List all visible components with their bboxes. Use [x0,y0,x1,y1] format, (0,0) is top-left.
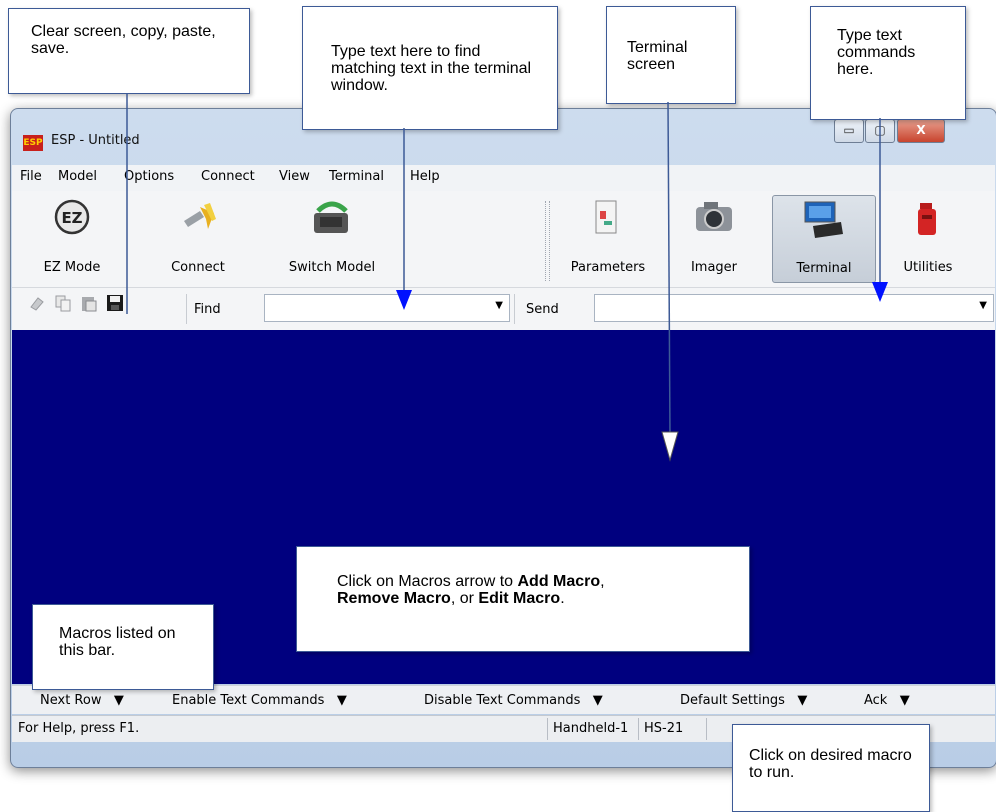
callout-leader-lines [126,93,888,462]
